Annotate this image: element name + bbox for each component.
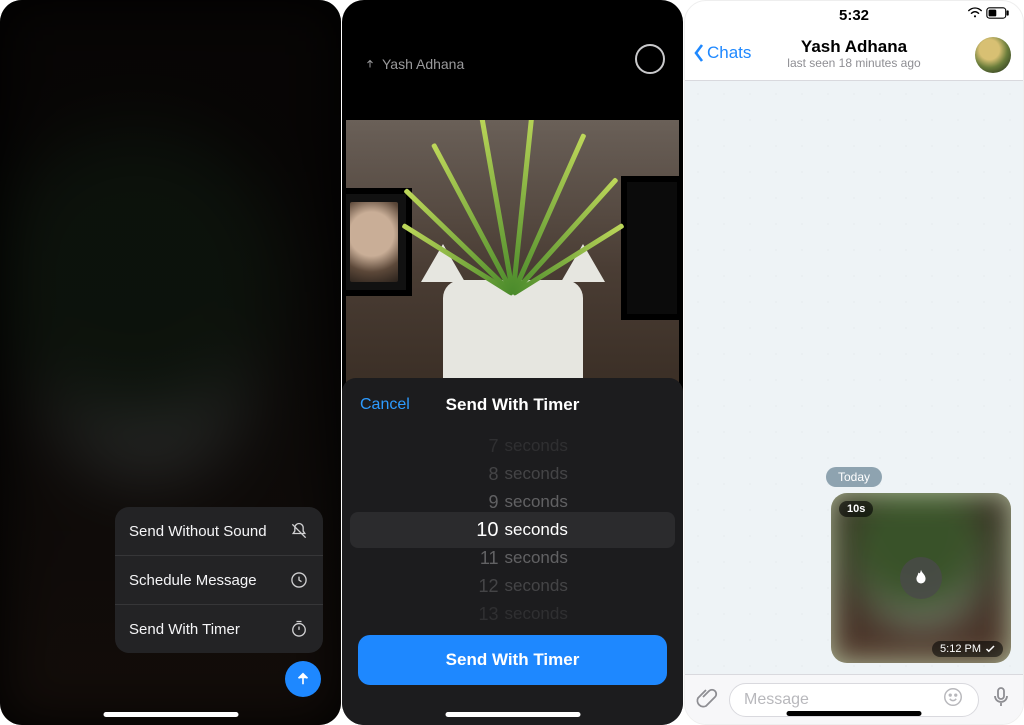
picker-row[interactable]: 13seconds [342, 600, 683, 628]
context-menu: Send Without Sound Schedule Message Send… [115, 507, 323, 653]
message-bubble-media[interactable]: 10s 5:12 PM [831, 493, 1011, 663]
timer-badge: 10s [839, 501, 873, 517]
timer-icon [289, 619, 309, 639]
photo-preview [346, 120, 679, 390]
status-bar: 5:32 [685, 1, 1023, 29]
nav-bar: Chats Yash Adhana last seen 18 minutes a… [685, 29, 1023, 81]
fire-icon [900, 557, 942, 599]
home-indicator [445, 712, 580, 717]
picker-row-selected[interactable]: 10seconds [342, 516, 683, 544]
menu-item-schedule-message[interactable]: Schedule Message [115, 555, 323, 604]
wifi-icon [967, 7, 983, 19]
timer-sheet: Cancel Send With Timer 7seconds 8seconds… [342, 378, 683, 725]
clock-icon [289, 570, 309, 590]
message-timestamp: 5:12 PM [932, 641, 1003, 657]
home-indicator [103, 712, 238, 717]
send-button[interactable] [285, 661, 321, 697]
sheet-title: Send With Timer [446, 395, 580, 415]
cancel-button[interactable]: Cancel [360, 396, 410, 414]
menu-item-label: Send Without Sound [129, 523, 267, 540]
select-toggle-circle[interactable] [635, 44, 665, 74]
input-placeholder: Message [744, 691, 809, 709]
screen-chat: 5:32 Chats Yash Adhana last seen 18 minu… [684, 0, 1024, 725]
screen-timer-picker: Yash Adhana Cancel Send With Timer 7seco… [342, 0, 683, 725]
battery-icon [985, 7, 1011, 19]
picker-row[interactable]: 9seconds [342, 488, 683, 516]
picker-row[interactable]: 11seconds [342, 544, 683, 572]
avatar[interactable] [975, 37, 1011, 73]
menu-item-send-without-sound[interactable]: Send Without Sound [115, 507, 323, 555]
attach-button[interactable] [695, 685, 719, 714]
picker-row[interactable]: 8seconds [342, 460, 683, 488]
menu-item-send-with-timer[interactable]: Send With Timer [115, 604, 323, 653]
back-label: Chats [707, 43, 751, 63]
recipient-name: Yash Adhana [382, 56, 464, 72]
send-with-timer-button[interactable]: Send With Timer [358, 635, 667, 685]
button-label: Send With Timer [446, 650, 580, 670]
menu-item-label: Schedule Message [129, 572, 257, 589]
chat-body[interactable]: Today 10s 5:12 PM [685, 81, 1023, 674]
input-bar: Message [685, 674, 1023, 724]
sticker-icon[interactable] [942, 686, 964, 713]
bell-off-icon [289, 521, 309, 541]
picker-row[interactable]: 7seconds [342, 432, 683, 460]
date-pill: Today [826, 467, 882, 487]
back-button[interactable]: Chats [693, 43, 751, 63]
mic-button[interactable] [989, 685, 1013, 714]
recipient-chip[interactable]: Yash Adhana [364, 56, 464, 72]
screen-send-options: Send Without Sound Schedule Message Send… [0, 0, 341, 725]
picker-row[interactable]: 12seconds [342, 572, 683, 600]
menu-item-label: Send With Timer [129, 621, 240, 638]
home-indicator [787, 711, 922, 716]
timer-picker[interactable]: 7seconds 8seconds 9seconds 10seconds 11s… [342, 432, 683, 628]
status-time: 5:32 [839, 7, 869, 24]
